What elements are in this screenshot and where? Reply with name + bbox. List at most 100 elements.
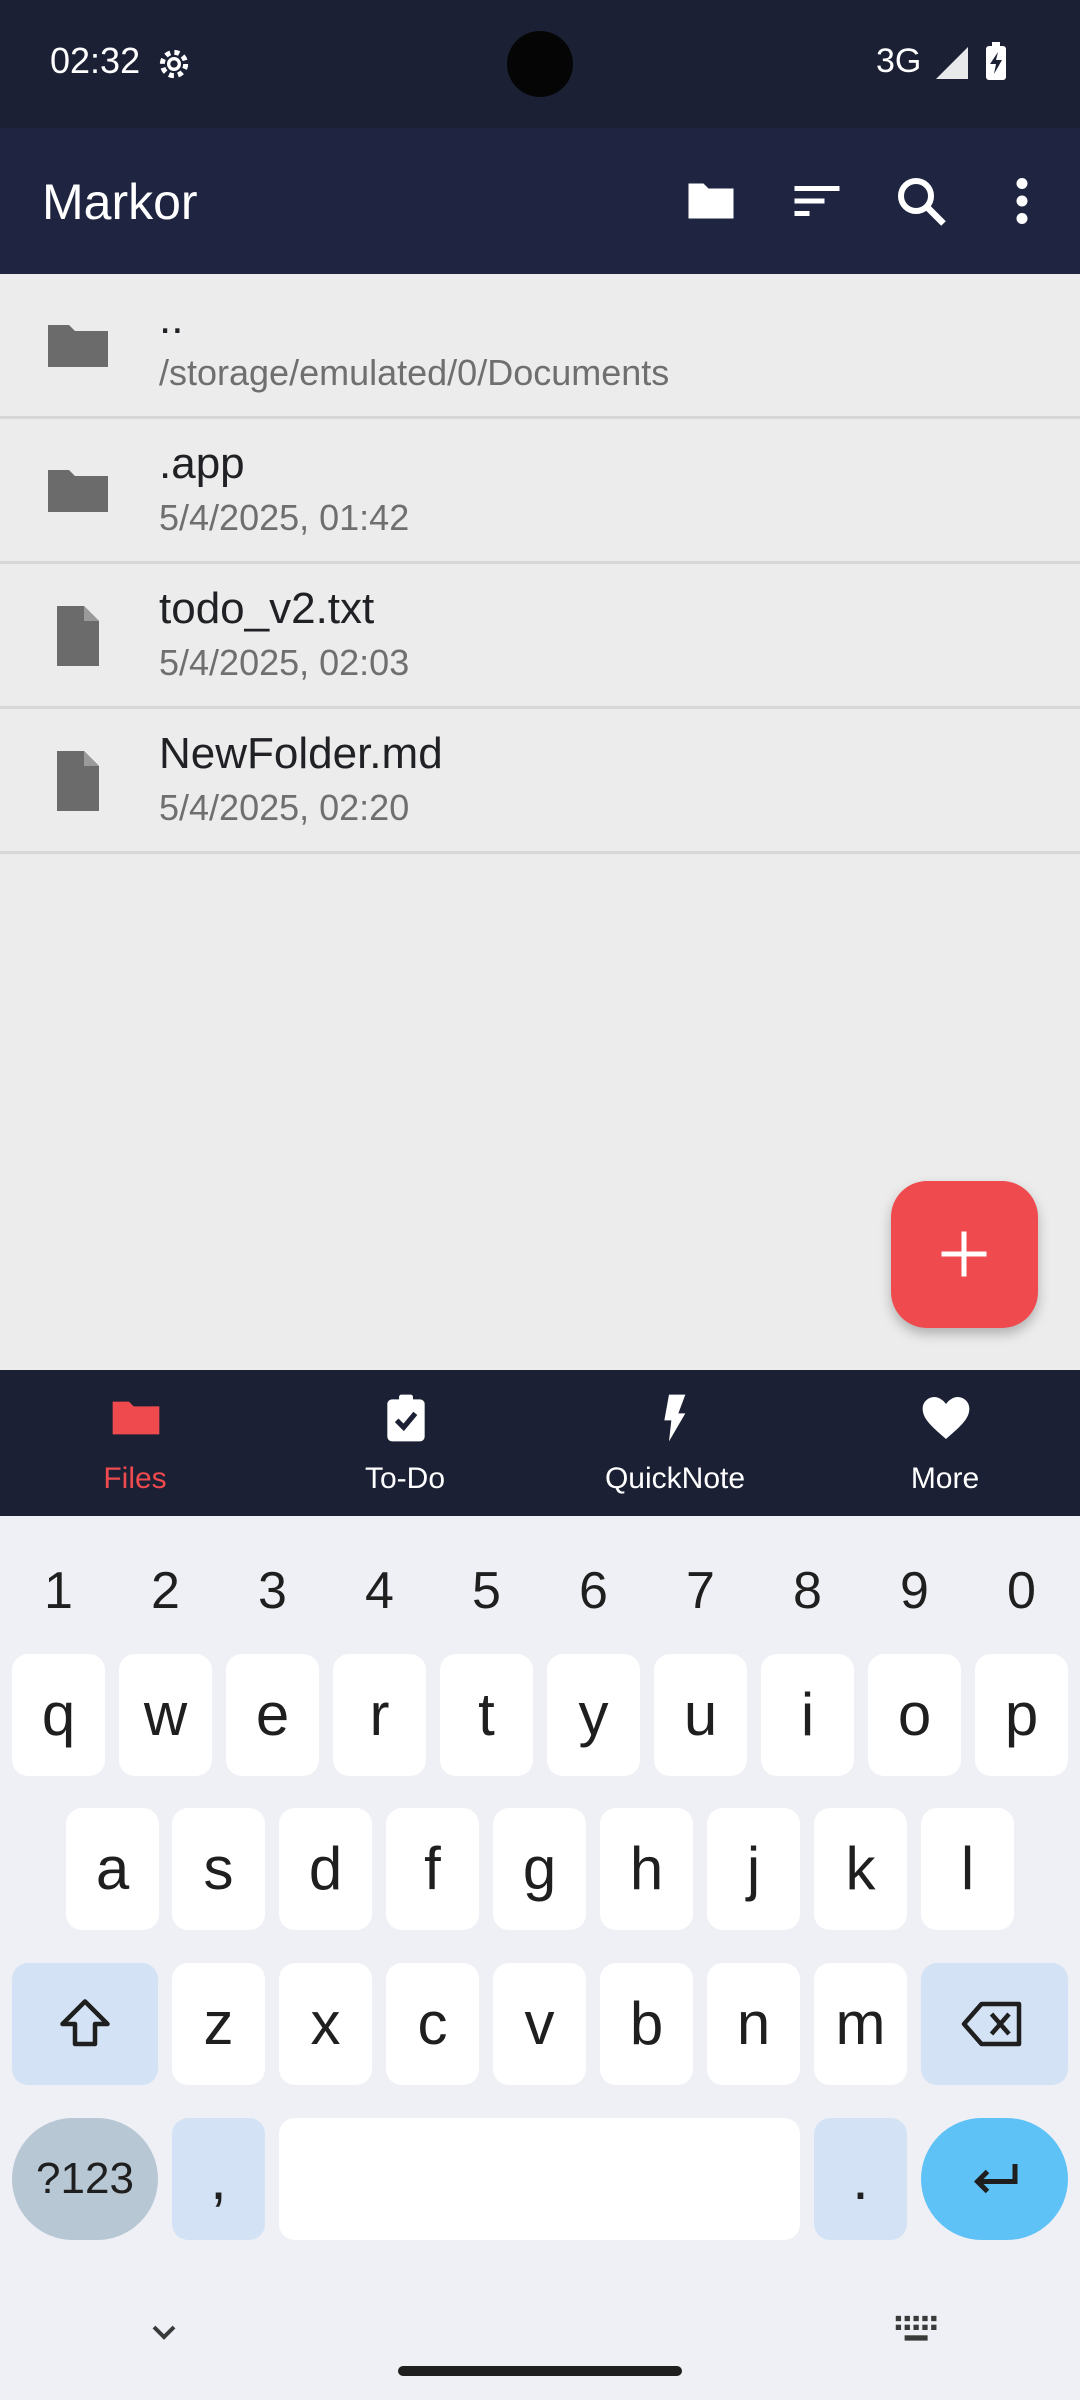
sort-icon xyxy=(794,186,840,216)
space-key[interactable] xyxy=(279,2118,800,2240)
key-a[interactable]: a xyxy=(66,1808,159,1930)
key-d[interactable]: d xyxy=(279,1808,372,1930)
file-meta: 5/4/2025, 01:42 xyxy=(159,497,410,538)
key-x[interactable]: x xyxy=(279,1963,372,2085)
number-row: 1 2 3 4 5 6 7 8 9 0 xyxy=(0,1546,1080,1636)
lightning-icon xyxy=(664,1394,686,1442)
key-n[interactable]: n xyxy=(707,1963,800,2085)
enter-key[interactable] xyxy=(921,2118,1068,2240)
key-f[interactable]: f xyxy=(386,1808,479,1930)
file-meta: 5/4/2025, 02:03 xyxy=(159,642,410,683)
key-7[interactable]: 7 xyxy=(647,1546,754,1636)
nav-quicknote[interactable]: QuickNote xyxy=(540,1370,810,1516)
key-w[interactable]: w xyxy=(119,1654,212,1776)
key-9[interactable]: 9 xyxy=(861,1546,968,1636)
key-u[interactable]: u xyxy=(654,1654,747,1776)
search-icon xyxy=(898,178,946,226)
symbols-key[interactable]: ?123 xyxy=(12,2118,158,2240)
list-item[interactable]: NewFolder.md 5/4/2025, 02:20 xyxy=(0,709,1080,854)
key-y[interactable]: y xyxy=(547,1654,640,1776)
heart-icon xyxy=(922,1397,970,1439)
chevron-down-icon[interactable] xyxy=(144,2312,184,2352)
overflow-menu-button[interactable] xyxy=(992,171,1052,231)
key-k[interactable]: k xyxy=(814,1808,907,1930)
clipboard-check-icon xyxy=(387,1394,425,1442)
key-6[interactable]: 6 xyxy=(540,1546,647,1636)
keyboard-icon[interactable] xyxy=(894,2312,940,2348)
folder-icon xyxy=(112,1401,160,1435)
key-e[interactable]: e xyxy=(226,1654,319,1776)
period-key[interactable]: . xyxy=(814,2118,907,2240)
key-j[interactable]: j xyxy=(707,1808,800,1930)
folder-button[interactable] xyxy=(681,171,741,231)
file-list: .. /storage/emulated/0/Documents .app 5/… xyxy=(0,274,1080,854)
nav-files[interactable]: Files xyxy=(0,1370,270,1516)
backspace-icon xyxy=(961,2001,1022,2047)
folder-icon xyxy=(48,470,108,512)
keyboard-nav-row xyxy=(0,2286,1080,2400)
status-time: 02:32 xyxy=(50,40,141,81)
more-vert-icon xyxy=(1016,178,1028,224)
sort-button[interactable] xyxy=(787,171,847,231)
settings-gear-icon xyxy=(159,49,189,79)
add-fab-button[interactable] xyxy=(891,1181,1038,1328)
network-type: 3G xyxy=(876,42,922,80)
nav-more[interactable]: More xyxy=(810,1370,1080,1516)
key-i[interactable]: i xyxy=(761,1654,854,1776)
key-r[interactable]: r xyxy=(333,1654,426,1776)
file-meta: /storage/emulated/0/Documents xyxy=(159,352,670,393)
nav-todo[interactable]: To-Do xyxy=(270,1370,540,1516)
camera-cutout xyxy=(507,31,573,97)
app-bar: Markor xyxy=(0,128,1080,274)
shift-key[interactable] xyxy=(12,1963,158,2085)
list-item[interactable]: .app 5/4/2025, 01:42 xyxy=(0,419,1080,564)
file-icon xyxy=(57,606,99,666)
folder-icon xyxy=(688,183,734,219)
status-bar: 02:32 3G xyxy=(0,0,1080,128)
key-q[interactable]: q xyxy=(12,1654,105,1776)
key-s[interactable]: s xyxy=(172,1808,265,1930)
key-5[interactable]: 5 xyxy=(433,1546,540,1636)
key-v[interactable]: v xyxy=(493,1963,586,2085)
file-name: todo_v2.txt xyxy=(159,584,375,633)
plus-icon xyxy=(941,1231,987,1277)
comma-key[interactable]: , xyxy=(172,2118,265,2240)
nav-label: Files xyxy=(103,1462,167,1495)
key-g[interactable]: g xyxy=(493,1808,586,1930)
app-title: Markor xyxy=(42,174,198,230)
nav-label: QuickNote xyxy=(604,1462,746,1495)
file-name: .app xyxy=(159,439,245,488)
signal-icon xyxy=(936,47,968,79)
key-0[interactable]: 0 xyxy=(968,1546,1075,1636)
file-name: .. xyxy=(159,294,184,343)
key-l[interactable]: l xyxy=(921,1808,1014,1930)
enter-icon xyxy=(973,2164,1018,2194)
file-meta: 5/4/2025, 02:20 xyxy=(159,787,410,828)
key-1[interactable]: 1 xyxy=(5,1546,112,1636)
key-h[interactable]: h xyxy=(600,1808,693,1930)
list-item[interactable]: todo_v2.txt 5/4/2025, 02:03 xyxy=(0,564,1080,709)
search-button[interactable] xyxy=(891,171,951,231)
key-t[interactable]: t xyxy=(440,1654,533,1776)
key-p[interactable]: p xyxy=(975,1654,1068,1776)
soft-keyboard: 1 2 3 4 5 6 7 8 9 0 q w e r t y u i o p … xyxy=(0,1516,1080,2400)
key-2[interactable]: 2 xyxy=(112,1546,219,1636)
key-8[interactable]: 8 xyxy=(754,1546,861,1636)
key-z[interactable]: z xyxy=(172,1963,265,2085)
nav-label: To-Do xyxy=(364,1462,446,1495)
list-item[interactable]: .. /storage/emulated/0/Documents xyxy=(0,274,1080,419)
backspace-key[interactable] xyxy=(921,1963,1068,2085)
key-o[interactable]: o xyxy=(868,1654,961,1776)
key-4[interactable]: 4 xyxy=(326,1546,433,1636)
folder-icon xyxy=(48,325,108,367)
battery-charging-icon xyxy=(986,42,1006,80)
shift-icon xyxy=(60,1999,110,2047)
key-m[interactable]: m xyxy=(814,1963,907,2085)
key-b[interactable]: b xyxy=(600,1963,693,2085)
home-indicator[interactable] xyxy=(398,2366,682,2376)
file-icon xyxy=(57,751,99,811)
nav-label: More xyxy=(910,1462,980,1495)
key-3[interactable]: 3 xyxy=(219,1546,326,1636)
file-name: NewFolder.md xyxy=(159,729,443,778)
key-c[interactable]: c xyxy=(386,1963,479,2085)
